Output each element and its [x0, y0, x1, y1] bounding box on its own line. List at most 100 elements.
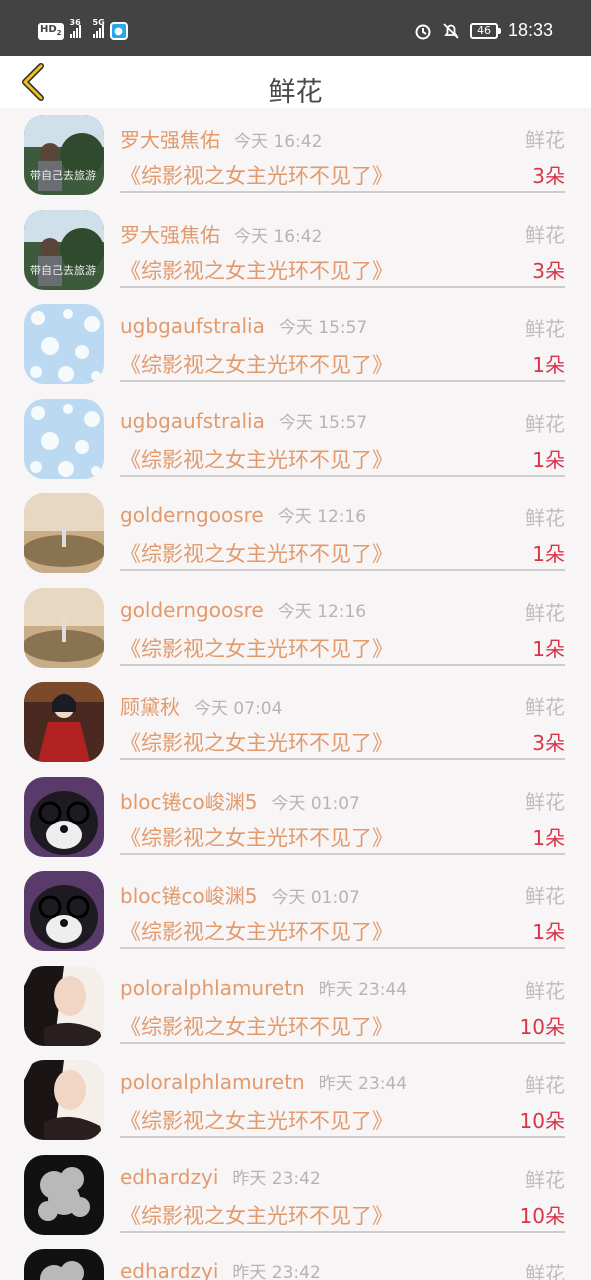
gift-count: 1朵 [532, 920, 565, 944]
divider [120, 569, 565, 571]
gift-count: 1朵 [532, 447, 565, 472]
gift-count: 3朵 [532, 731, 565, 755]
divider [120, 663, 565, 666]
timestamp: 昨天 23:42 [232, 1263, 321, 1280]
timestamp: 今天 16:42 [234, 132, 323, 152]
avatar[interactable] [24, 1060, 104, 1140]
timestamp: 今天 15:57 [278, 412, 368, 433]
signal-5g-icon: 5G [92, 18, 105, 38]
gift-count: 1朵 [532, 636, 565, 661]
book-title: 《综影视之女主光环不见了》 [120, 542, 393, 566]
avatar[interactable] [24, 871, 104, 951]
user-name: golderngoosre 今天 12:16 [120, 502, 366, 527]
user-name: 罗大强焦佑 今天 16:42 [120, 124, 322, 153]
gift-count: 1朵 [532, 542, 565, 566]
divider [120, 1136, 565, 1138]
user-name: poloralphlamuretn 昨天 23:44 [120, 975, 407, 1000]
timestamp: 昨天 23:44 [318, 979, 408, 1000]
book-title: 《综影视之女主光环不见了》 [120, 447, 393, 472]
user-name-text: bloc锩co峻渊5 [120, 884, 258, 908]
gift-count: 3朵 [532, 258, 565, 283]
user-name: ugbgaufstralia 今天 15:57 [120, 408, 367, 433]
timestamp: 今天 12:16 [277, 507, 367, 527]
gift-type: 鲜花 [525, 978, 565, 1003]
gift-type: 鲜花 [525, 1073, 565, 1097]
list-item[interactable]: 带自己去旅游 罗大强焦佑 今天 16:42 鲜花 《综影视之女主光环不见了》 3朵 [0, 108, 591, 203]
divider [120, 947, 565, 949]
status-time: 18:33 [507, 20, 553, 40]
user-name: edhardzyi 昨天 23:42 [120, 1164, 321, 1189]
user-name: edhardzyi 昨天 23:42 [120, 1258, 321, 1280]
user-name: poloralphlamuretn 昨天 23:44 [120, 1069, 407, 1094]
list-item[interactable]: 顾黛秋 今天 07:04 鲜花 《综影视之女主光环不见了》 3朵 [0, 675, 591, 770]
avatar[interactable] [24, 587, 104, 668]
list-item[interactable]: edhardzyi 昨天 23:42 鲜花 《综影视之女主光环不见了》 10朵 [0, 1148, 591, 1243]
avatar[interactable] [24, 965, 104, 1046]
user-name-text: ugbgaufstralia [120, 314, 265, 338]
signal-icon: 36 [69, 18, 81, 38]
avatar[interactable] [24, 493, 104, 573]
list-item[interactable]: bloc锩co峻渊5 今天 01:07 鲜花 《综影视之女主光环不见了》 1朵 [0, 864, 591, 959]
divider [120, 758, 565, 760]
list-item[interactable]: golderngoosre 今天 12:16 鲜花 《综影视之女主光环不见了》 1… [0, 486, 591, 581]
timestamp: 今天 01:07 [271, 888, 360, 908]
list-item[interactable]: poloralphlamuretn 昨天 23:44 鲜花 《综影视之女主光环不见… [0, 959, 591, 1054]
divider [120, 380, 565, 382]
divider [120, 1230, 565, 1233]
book-title: 《综影视之女主光环不见了》 [120, 258, 393, 283]
book-title: 《综影视之女主光环不见了》 [120, 920, 393, 944]
avatar[interactable]: 带自己去旅游 [24, 209, 104, 290]
gift-count: 1朵 [532, 353, 565, 377]
avatar[interactable] [24, 682, 104, 762]
timestamp: 今天 16:42 [234, 226, 323, 247]
notification-app-icon: ● [109, 22, 128, 40]
header: 鲜花 [0, 56, 591, 108]
status-bar: HD2 36 5G ● 46 18:33 [0, 0, 591, 56]
user-name: 罗大强焦佑 今天 16:42 [120, 219, 322, 248]
divider [120, 1041, 565, 1044]
status-left: HD2 36 5G ● [38, 18, 128, 40]
user-name-text: bloc锩co峻渊5 [120, 789, 258, 814]
avatar[interactable]: 带自己去旅游 [24, 115, 104, 195]
user-name-text: edhardzyi [120, 1259, 219, 1280]
avatar[interactable] [24, 1249, 104, 1280]
list-item[interactable]: poloralphlamuretn 昨天 23:44 鲜花 《综影视之女主光环不见… [0, 1053, 591, 1148]
book-title: 《综影视之女主光环不见了》 [120, 636, 393, 661]
avatar[interactable] [24, 776, 104, 857]
list-item[interactable]: edhardzyi 昨天 23:42 鲜花 [0, 1242, 591, 1280]
list-item[interactable]: ugbgaufstralia 今天 15:57 鲜花 《综影视之女主光环不见了》 … [0, 392, 591, 487]
user-name-text: 顾黛秋 [120, 695, 180, 719]
gift-count: 3朵 [532, 164, 565, 188]
gift-record-list[interactable]: 带自己去旅游 罗大强焦佑 今天 16:42 鲜花 《综影视之女主光环不见了》 3朵… [0, 108, 591, 1280]
user-name-text: ugbgaufstralia [120, 408, 265, 433]
user-name-text: poloralphlamuretn [120, 1070, 305, 1094]
list-item[interactable]: golderngoosre 今天 12:16 鲜花 《综影视之女主光环不见了》 1… [0, 581, 591, 676]
hd-badge: HD2 [38, 22, 64, 40]
user-name: bloc锩co峻渊5 今天 01:07 [120, 786, 360, 815]
book-title: 《综影视之女主光环不见了》 [120, 1014, 393, 1039]
avatar[interactable] [24, 304, 104, 384]
avatar[interactable] [24, 1154, 104, 1235]
gift-type: 鲜花 [525, 317, 565, 341]
page-title: 鲜花 [268, 77, 323, 108]
gift-type: 鲜花 [525, 411, 565, 436]
book-title: 《综影视之女主光环不见了》 [120, 825, 393, 850]
timestamp: 昨天 23:44 [318, 1074, 408, 1094]
svg-text:带自己去旅游: 带自己去旅游 [30, 263, 96, 277]
alarm-icon [415, 24, 431, 39]
gift-count: 10朵 [519, 1203, 565, 1228]
timestamp: 今天 01:07 [271, 793, 360, 814]
list-item[interactable]: bloc锩co峻渊5 今天 01:07 鲜花 《综影视之女主光环不见了》 1朵 [0, 770, 591, 865]
avatar[interactable] [24, 398, 104, 479]
list-item[interactable]: ugbgaufstralia 今天 15:57 鲜花 《综影视之女主光环不见了》 … [0, 297, 591, 392]
user-name: bloc锩co峻渊5 今天 01:07 [120, 880, 360, 909]
timestamp: 今天 07:04 [194, 699, 283, 719]
gift-count: 1朵 [532, 825, 565, 850]
user-name: ugbgaufstralia 今天 15:57 [120, 313, 367, 338]
book-title: 《综影视之女主光环不见了》 [120, 353, 393, 377]
battery-icon: 46 [469, 22, 501, 39]
gift-count: 10朵 [519, 1014, 565, 1039]
book-title: 《综影视之女主光环不见了》 [120, 1109, 393, 1133]
divider [120, 474, 565, 477]
list-item[interactable]: 带自己去旅游 罗大强焦佑 今天 16:42 鲜花 《综影视之女主光环不见了》 3朵 [0, 203, 591, 298]
